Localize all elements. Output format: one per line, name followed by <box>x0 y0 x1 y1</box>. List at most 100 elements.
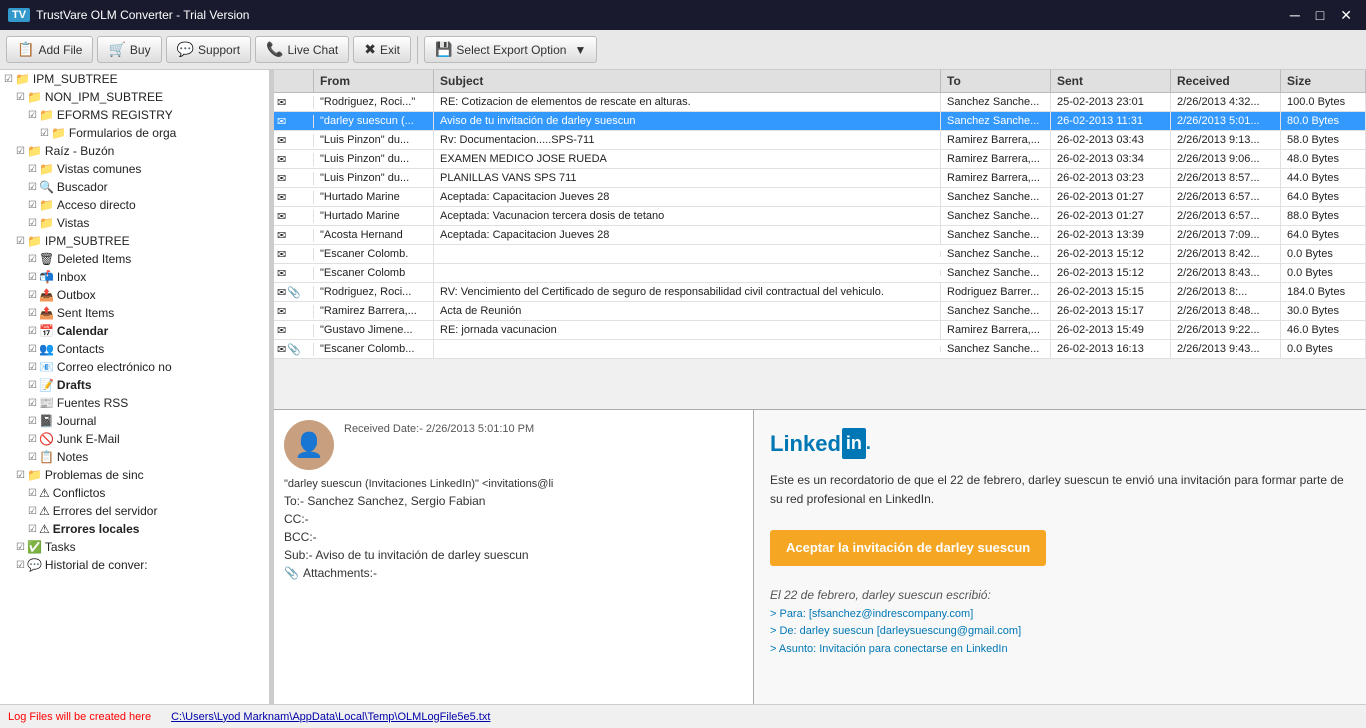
table-row[interactable]: ✉ "Luis Pinzon" du... EXAMEN MEDICO JOSE… <box>274 150 1366 169</box>
row-received: 2/26/2013 7:09... <box>1171 226 1281 244</box>
table-row[interactable]: ✉ "Escaner Colomb Sanchez Sanche... 26-0… <box>274 264 1366 283</box>
tree-checkbox[interactable]: ☑ <box>4 74 13 85</box>
sidebar-item-buscador[interactable]: ☑ 🔍 Buscador <box>0 178 269 196</box>
row-subject: EXAMEN MEDICO JOSE RUEDA <box>434 150 941 168</box>
sidebar-item-vistas[interactable]: ☑ 📁 Vistas <box>0 214 269 232</box>
tree-label: Formularios de orga <box>69 126 176 140</box>
tree-checkbox[interactable]: ☑ <box>28 110 37 121</box>
header-to[interactable]: To <box>941 70 1051 92</box>
tree-checkbox[interactable]: ☑ <box>28 344 37 355</box>
table-row[interactable]: ✉ "Hurtado Marine Aceptada: Vacunacion t… <box>274 207 1366 226</box>
row-icons: ✉ <box>274 134 314 147</box>
select-export-button[interactable]: 💾 Select Export Option ▼ <box>424 36 597 63</box>
sidebar-item-problemas[interactable]: ☑ 📁 Problemas de sinc <box>0 466 269 484</box>
tree-checkbox[interactable]: ☑ <box>16 236 25 247</box>
tree-checkbox[interactable]: ☑ <box>28 488 37 499</box>
exit-icon: ✖ <box>364 41 376 58</box>
sidebar-item-non_ipm_subtree[interactable]: ☑ 📁 NON_IPM_SUBTREE <box>0 88 269 106</box>
sidebar-item-journal[interactable]: ☑ 📓 Journal <box>0 412 269 430</box>
tree-checkbox[interactable]: ☑ <box>28 506 37 517</box>
tree-checkbox[interactable]: ☑ <box>16 146 25 157</box>
maximize-button[interactable]: □ <box>1310 7 1330 24</box>
header-from[interactable]: From <box>314 70 434 92</box>
tree-checkbox[interactable]: ☑ <box>28 200 37 211</box>
tree-checkbox[interactable]: ☑ <box>16 92 25 103</box>
log-path-link[interactable]: C:\Users\Lyod Marknam\AppData\Local\Temp… <box>171 711 490 723</box>
minimize-button[interactable]: ─ <box>1284 7 1306 24</box>
tree-checkbox[interactable]: ☑ <box>28 416 37 427</box>
sidebar-item-correo[interactable]: ☑ 📧 Correo electrónico no <box>0 358 269 376</box>
tree-checkbox[interactable]: ☑ <box>16 470 25 481</box>
table-row[interactable]: ✉ "Ramirez Barrera,... Acta de Reunión S… <box>274 302 1366 321</box>
tree-checkbox[interactable]: ☑ <box>28 452 37 463</box>
sidebar-item-conflictos[interactable]: ☑ ⚠ Conflictos <box>0 484 269 502</box>
add-file-button[interactable]: 📋 Add File <box>6 36 93 63</box>
table-row[interactable]: ✉ "Hurtado Marine Aceptada: Capacitacion… <box>274 188 1366 207</box>
header-sent[interactable]: Sent <box>1051 70 1171 92</box>
sidebar-item-junk_email[interactable]: ☑ 🚫 Junk E-Mail <box>0 430 269 448</box>
tree-checkbox[interactable]: ☑ <box>28 164 37 175</box>
sidebar-item-eforms_registry[interactable]: ☑ 📁 EFORMS REGISTRY <box>0 106 269 124</box>
table-row[interactable]: ✉ "Acosta Hernand Aceptada: Capacitacion… <box>274 226 1366 245</box>
sidebar-item-errores_servidor[interactable]: ☑ ⚠ Errores del servidor <box>0 502 269 520</box>
table-row[interactable]: ✉ "darley suescun (... Aviso de tu invit… <box>274 112 1366 131</box>
header-size[interactable]: Size <box>1281 70 1366 92</box>
table-row[interactable]: ✉ 📎 "Escaner Colomb... Sanchez Sanche...… <box>274 340 1366 359</box>
table-row[interactable]: ✉ "Gustavo Jimene... RE: jornada vacunac… <box>274 321 1366 340</box>
tree-checkbox[interactable]: ☑ <box>28 326 37 337</box>
sidebar-item-drafts[interactable]: ☑ 📝 Drafts <box>0 376 269 394</box>
close-button[interactable]: ✕ <box>1334 7 1358 24</box>
tree-checkbox[interactable]: ☑ <box>16 542 25 553</box>
buy-button[interactable]: 🛒 Buy <box>97 36 161 63</box>
support-button[interactable]: 💬 Support <box>166 36 251 63</box>
table-row[interactable]: ✉ "Escaner Colomb. Sanchez Sanche... 26-… <box>274 245 1366 264</box>
tree-checkbox[interactable]: ☑ <box>28 290 37 301</box>
sidebar-item-acceso_directo[interactable]: ☑ 📁 Acceso directo <box>0 196 269 214</box>
sidebar-item-tasks[interactable]: ☑ ✅ Tasks <box>0 538 269 556</box>
tree-checkbox[interactable]: ☑ <box>28 380 37 391</box>
tree-checkbox[interactable]: ☑ <box>28 362 37 373</box>
sidebar-item-vistas_comunes[interactable]: ☑ 📁 Vistas comunes <box>0 160 269 178</box>
tree-checkbox[interactable]: ☑ <box>28 398 37 409</box>
sidebar-item-sent_items[interactable]: ☑ 📤 Sent Items <box>0 304 269 322</box>
tree-label: Deleted Items <box>57 252 131 266</box>
tree-checkbox[interactable]: ☑ <box>40 128 49 139</box>
folder-icon: 📁 <box>27 144 42 158</box>
preview-attachments: 📎 Attachments:- <box>284 566 743 580</box>
sidebar-item-fuentes_rss[interactable]: ☑ 📰 Fuentes RSS <box>0 394 269 412</box>
email-icon: ✉ <box>277 191 286 204</box>
table-row[interactable]: ✉ 📎 "Rodriguez, Roci... RV: Vencimiento … <box>274 283 1366 302</box>
sidebar-item-contacts[interactable]: ☑ 👥 Contacts <box>0 340 269 358</box>
email-icon: ✉ <box>277 343 286 356</box>
exit-button[interactable]: ✖ Exit <box>353 36 411 63</box>
header-subject[interactable]: Subject <box>434 70 941 92</box>
sidebar-item-errores_locales[interactable]: ☑ ⚠ Errores locales <box>0 520 269 538</box>
sidebar-item-inbox[interactable]: ☑ 📬 Inbox <box>0 268 269 286</box>
tree-checkbox[interactable]: ☑ <box>16 560 25 571</box>
linkedin-logo: Linked in . <box>770 426 1350 461</box>
tree-checkbox[interactable]: ☑ <box>28 218 37 229</box>
sidebar-item-ipm_subtree[interactable]: ☑ 📁 IPM_SUBTREE <box>0 70 269 88</box>
sidebar-item-ipm_subtree2[interactable]: ☑ 📁 IPM_SUBTREE <box>0 232 269 250</box>
folder-icon: 📰 <box>39 396 54 410</box>
tree-checkbox[interactable]: ☑ <box>28 272 37 283</box>
tree-checkbox[interactable]: ☑ <box>28 308 37 319</box>
table-row[interactable]: ✉ "Rodriguez, Roci..." RE: Cotizacion de… <box>274 93 1366 112</box>
tree-checkbox[interactable]: ☑ <box>28 182 37 193</box>
table-row[interactable]: ✉ "Luis Pinzon" du... Rv: Documentacion.… <box>274 131 1366 150</box>
tree-checkbox[interactable]: ☑ <box>28 434 37 445</box>
sidebar-item-calendar[interactable]: ☑ 📅 Calendar <box>0 322 269 340</box>
sidebar-item-raiz_buzon[interactable]: ☑ 📁 Raíz - Buzón <box>0 142 269 160</box>
linkedin-accept-button[interactable]: Aceptar la invitación de darley suescun <box>770 530 1046 567</box>
tree-label: Calendar <box>57 324 108 338</box>
live-chat-button[interactable]: 📞 Live Chat <box>255 36 349 63</box>
sidebar-item-historial[interactable]: ☑ 💬 Historial de conver: <box>0 556 269 574</box>
tree-checkbox[interactable]: ☑ <box>28 524 37 535</box>
sidebar-item-outbox[interactable]: ☑ 📤 Outbox <box>0 286 269 304</box>
header-received[interactable]: Received <box>1171 70 1281 92</box>
sidebar-item-deleted_items[interactable]: ☑ 🗑 Deleted Items <box>0 250 269 268</box>
sidebar-item-notes[interactable]: ☑ 📋 Notes <box>0 448 269 466</box>
table-row[interactable]: ✉ "Luis Pinzon" du... PLANILLAS VANS SPS… <box>274 169 1366 188</box>
sidebar-item-formularios[interactable]: ☑ 📁 Formularios de orga <box>0 124 269 142</box>
tree-checkbox[interactable]: ☑ <box>28 254 37 265</box>
